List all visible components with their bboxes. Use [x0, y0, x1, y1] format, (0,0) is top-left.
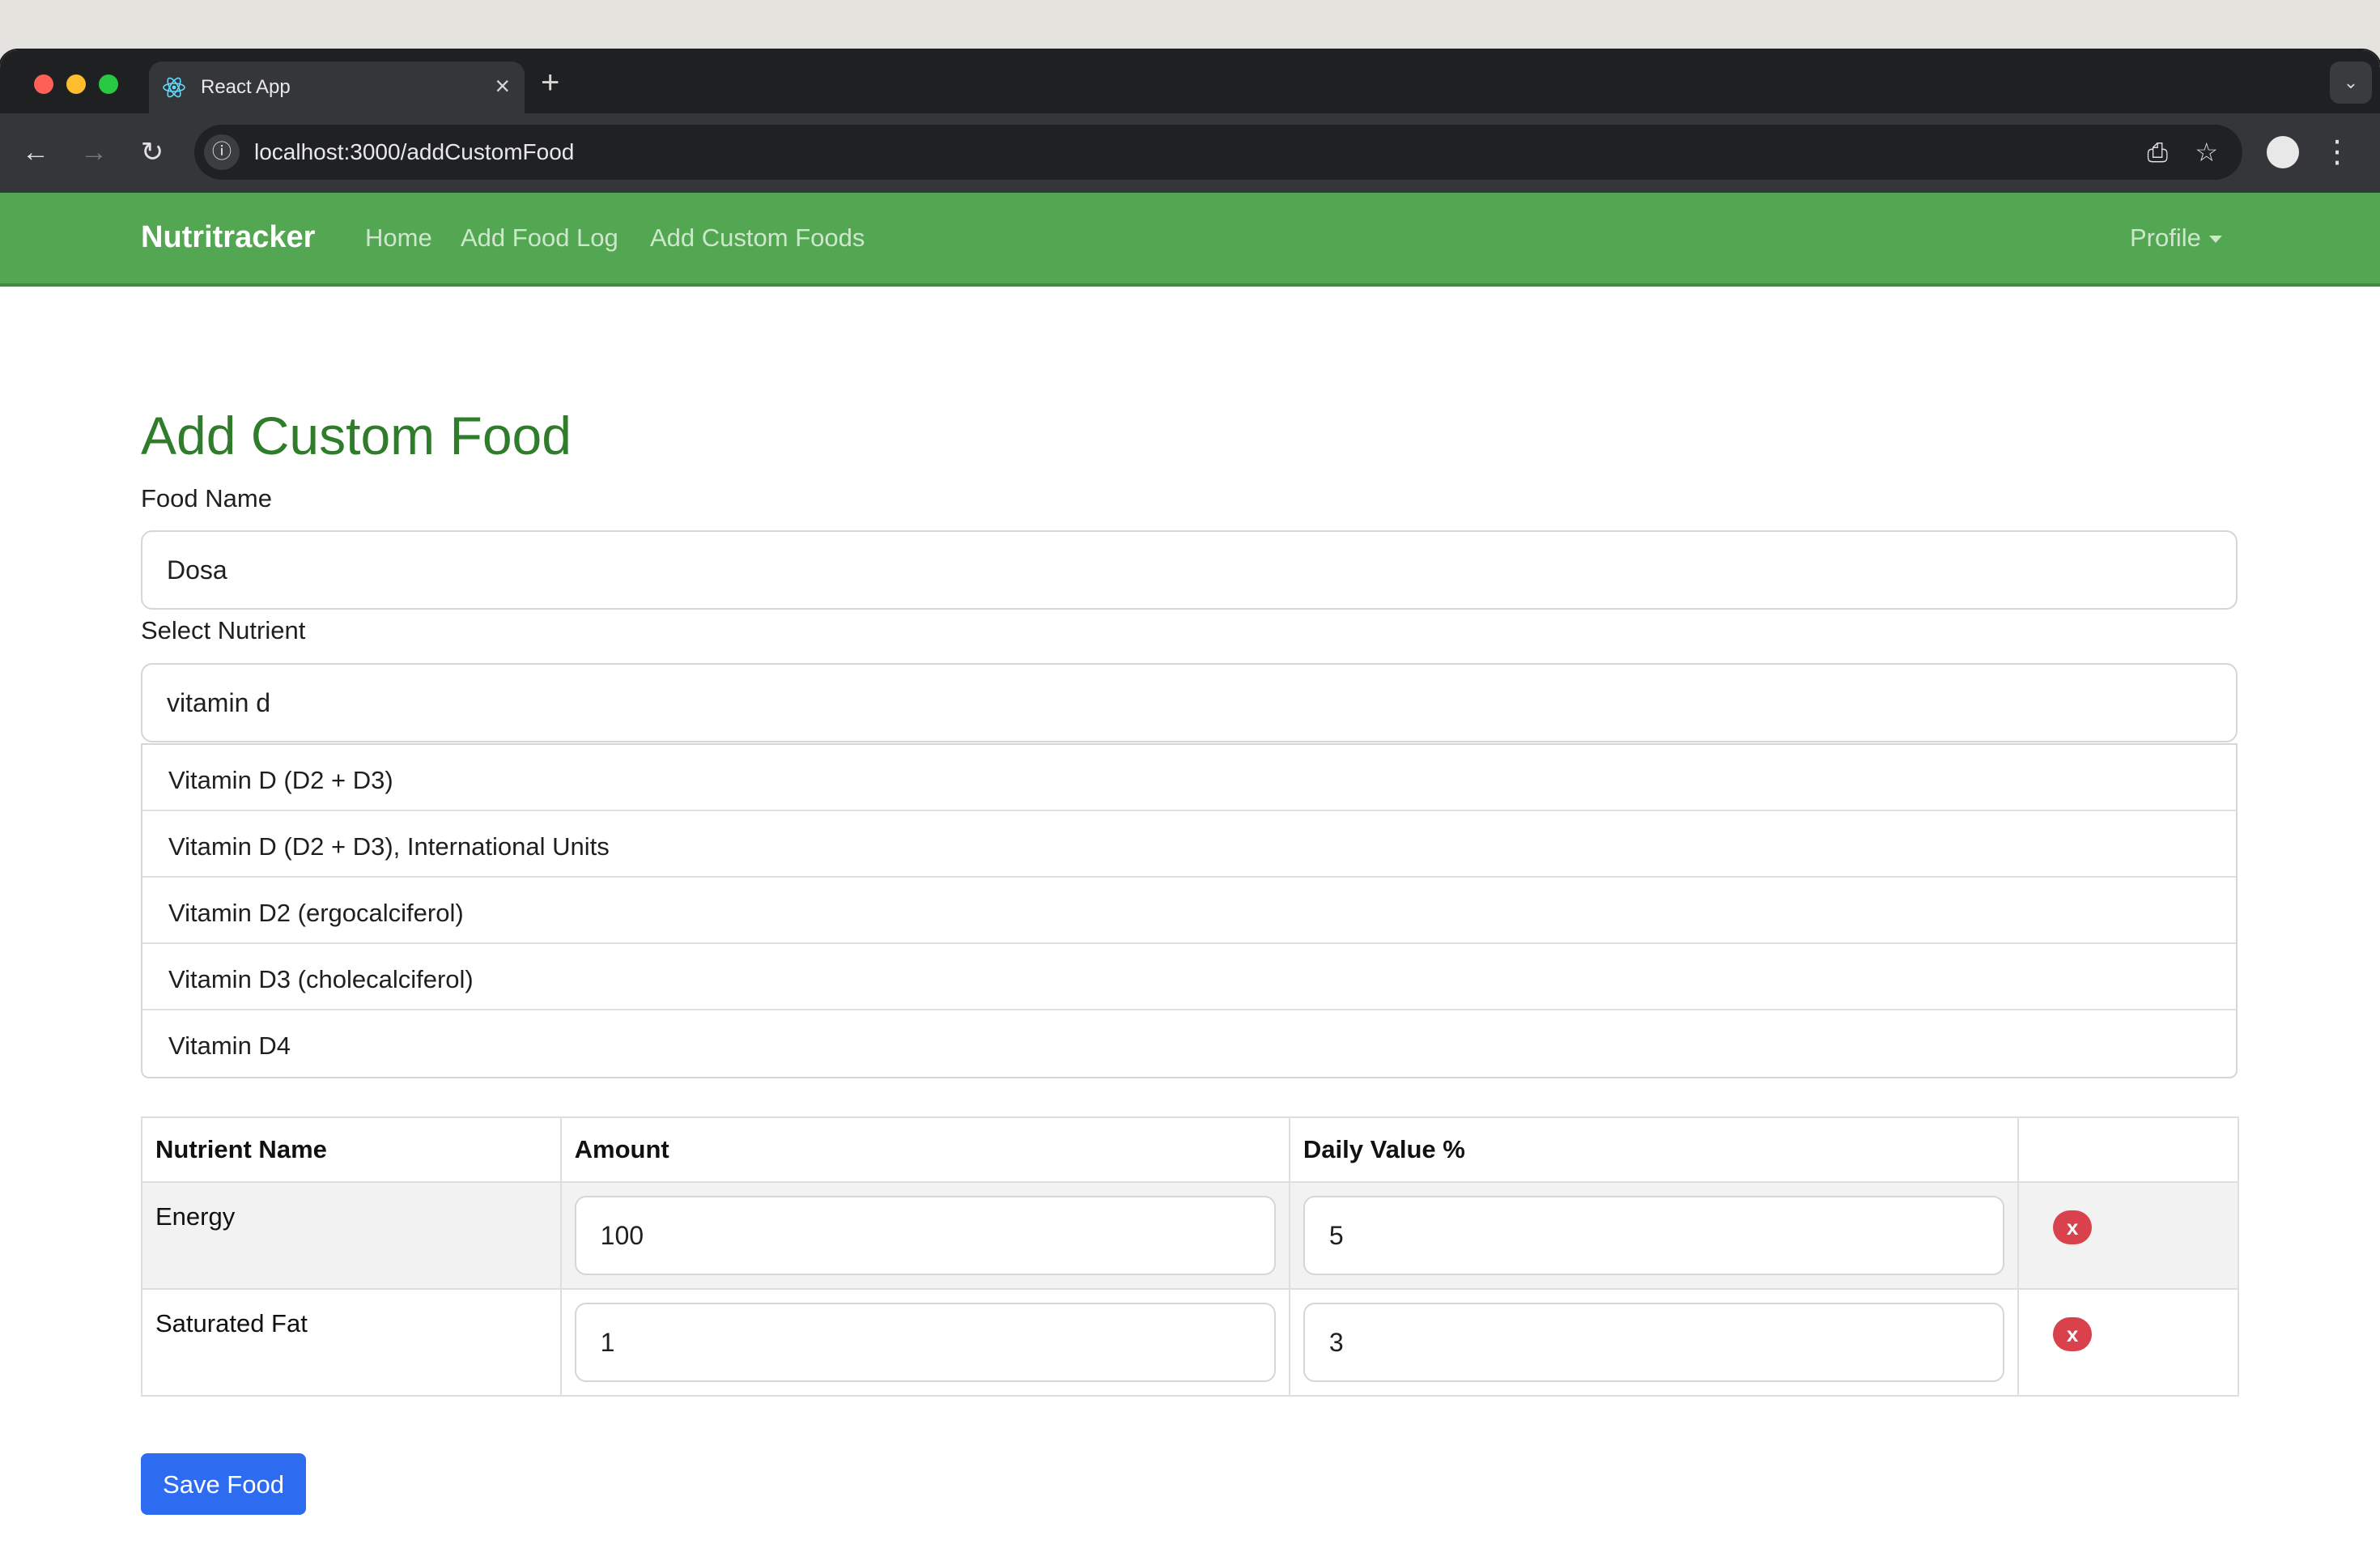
- tab-title: React App: [201, 76, 291, 98]
- amount-cell: [559, 1288, 1290, 1397]
- actions-cell: x: [2017, 1288, 2239, 1397]
- food-name-label: Food Name: [141, 484, 272, 512]
- suggestion-item[interactable]: Vitamin D (D2 + D3), International Units: [142, 811, 2236, 878]
- nutrient-name: Saturated Fat: [155, 1309, 308, 1337]
- suggestion-item[interactable]: Vitamin D4: [142, 1010, 2236, 1077]
- plus-icon[interactable]: +: [541, 66, 559, 99]
- amount-input[interactable]: [574, 1196, 1276, 1275]
- brand-link[interactable]: Nutritracker: [141, 220, 315, 255]
- select-nutrient-label: Select Nutrient: [141, 616, 306, 644]
- browser-toolbar: ← → ↻ ⓘ localhost:3000/addCustomFood ⎙ ☆…: [0, 113, 2380, 194]
- caret-down-icon: [2208, 236, 2222, 244]
- tab-strip: React App × + ⌄: [0, 50, 2380, 113]
- close-icon[interactable]: ×: [495, 71, 510, 100]
- nutrients-table: Nutrient Name Amount Daily Value % Energ…: [141, 1116, 2239, 1397]
- forward-icon[interactable]: →: [73, 131, 115, 173]
- profile-dropdown[interactable]: Profile: [2130, 223, 2222, 253]
- profile-label: Profile: [2130, 223, 2201, 252]
- suggestion-item[interactable]: Vitamin D (D2 + D3): [142, 745, 2236, 811]
- nutrient-name-cell: Energy: [141, 1181, 562, 1290]
- save-food-button[interactable]: Save Food: [141, 1453, 306, 1515]
- table-header-row: Nutrient Name Amount Daily Value %: [141, 1116, 2239, 1183]
- page-title: Add Custom Food: [141, 406, 572, 466]
- star-icon[interactable]: ☆: [2195, 136, 2218, 168]
- app-navbar: Nutritracker Home Add Food Log Add Custo…: [0, 193, 2380, 287]
- column-header-amount: Amount: [559, 1116, 1290, 1183]
- minimize-window-button[interactable]: [66, 74, 86, 94]
- react-logo-icon: [163, 77, 185, 98]
- suggestion-item[interactable]: Vitamin D3 (cholecalciferol): [142, 944, 2236, 1010]
- kebab-icon[interactable]: ⋮: [2322, 131, 2352, 173]
- daily-value-input[interactable]: [1303, 1196, 2005, 1275]
- back-icon[interactable]: ←: [15, 131, 57, 173]
- nutrient-name: Energy: [155, 1202, 236, 1231]
- amount-cell: [559, 1181, 1290, 1290]
- remove-nutrient-button[interactable]: x: [2053, 1317, 2093, 1351]
- suggestion-item[interactable]: Vitamin D2 (ergocalciferol): [142, 878, 2236, 944]
- remove-nutrient-button[interactable]: x: [2053, 1210, 2093, 1244]
- nutrient-search-input[interactable]: [141, 663, 2238, 742]
- daily-value-input[interactable]: [1303, 1303, 2005, 1382]
- nutrient-suggestions: Vitamin D (D2 + D3) Vitamin D (D2 + D3),…: [141, 743, 2238, 1078]
- nav-link-add-custom-foods[interactable]: Add Custom Foods: [650, 223, 865, 253]
- table-row: Energy x: [141, 1181, 2239, 1290]
- actions-cell: x: [2017, 1181, 2239, 1290]
- column-header-daily-value: Daily Value %: [1288, 1116, 2020, 1183]
- profile-icon[interactable]: [2267, 136, 2299, 168]
- address-bar[interactable]: ⓘ localhost:3000/addCustomFood ⎙ ☆: [194, 125, 2242, 180]
- reload-icon[interactable]: ↻: [131, 131, 173, 173]
- daily-value-cell: [1288, 1181, 2020, 1290]
- zoom-window-button[interactable]: [99, 74, 118, 94]
- info-icon[interactable]: ⓘ: [204, 134, 240, 170]
- column-header-actions: [2017, 1116, 2239, 1183]
- column-header-nutrient-name: Nutrient Name: [141, 1116, 562, 1183]
- nav-link-add-food-log[interactable]: Add Food Log: [461, 223, 618, 253]
- install-icon[interactable]: ⎙: [2147, 136, 2168, 168]
- table-row: Saturated Fat x: [141, 1288, 2239, 1397]
- nav-link-home[interactable]: Home: [365, 223, 432, 253]
- nutrient-name-cell: Saturated Fat: [141, 1288, 562, 1397]
- daily-value-cell: [1288, 1288, 2020, 1397]
- close-window-button[interactable]: [34, 74, 53, 94]
- browser-tab[interactable]: React App ×: [149, 62, 525, 113]
- food-name-input[interactable]: [141, 530, 2238, 610]
- url-text[interactable]: localhost:3000/addCustomFood: [254, 139, 574, 165]
- tab-search-button[interactable]: ⌄: [2330, 62, 2372, 104]
- amount-input[interactable]: [574, 1303, 1276, 1382]
